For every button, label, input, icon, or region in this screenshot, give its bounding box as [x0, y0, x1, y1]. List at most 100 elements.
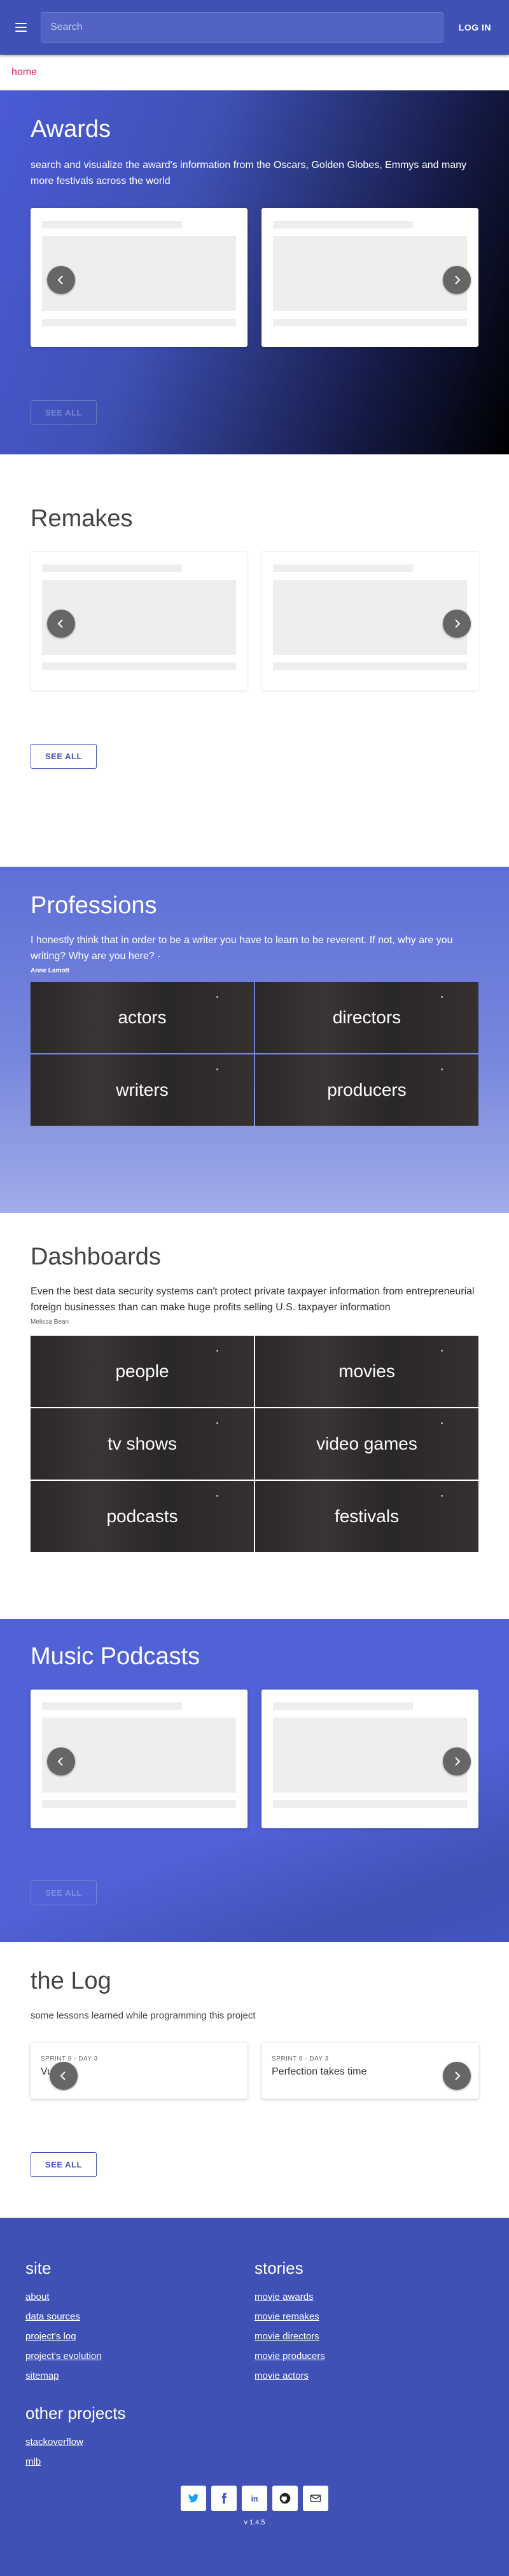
- linkedin-button[interactable]: in: [242, 2486, 267, 2511]
- carousel-next-button[interactable]: [443, 266, 471, 294]
- log-card-subtitle: SPRINT 9 - DAY 3: [41, 2055, 98, 2062]
- search-box[interactable]: [41, 12, 443, 43]
- tile-label: video games: [316, 1434, 417, 1453]
- footer-other-projects-title: other projects: [25, 2404, 126, 2423]
- footer-site-title: site: [25, 2258, 52, 2278]
- carousel-next-button[interactable]: [443, 1747, 471, 1775]
- tile-podcasts[interactable]: podcasts: [31, 1481, 254, 1552]
- tile-label: movies: [338, 1361, 395, 1381]
- footer-link-movie-producers[interactable]: movie producers: [254, 2346, 484, 2366]
- footer-link-movie-directors[interactable]: movie directors: [254, 2327, 484, 2346]
- music-podcasts-title: Music Podcasts: [31, 1643, 200, 1670]
- footer-link-movie-actors[interactable]: movie actors: [254, 2366, 484, 2386]
- chevron-left-icon: [57, 1757, 63, 1766]
- log-card-title: Perfection takes time: [272, 2066, 367, 2077]
- tile-festivals[interactable]: festivals: [255, 1481, 478, 1552]
- tile-video-games[interactable]: video games: [255, 1408, 478, 1480]
- footer-link-projects-evolution[interactable]: project's evolution: [25, 2346, 254, 2366]
- footer-link-projects-log[interactable]: project's log: [25, 2327, 254, 2346]
- footer-link-data-sources[interactable]: data sources: [25, 2307, 254, 2327]
- tile-label: directors: [332, 1007, 401, 1027]
- footer-stories-title: stories: [254, 2258, 303, 2278]
- footer-link-sitemap[interactable]: sitemap: [25, 2366, 254, 2386]
- professions-title: Professions: [31, 892, 157, 919]
- log-section: the Log some lessons learned while progr…: [0, 1942, 509, 2218]
- awards-carousel: [31, 208, 478, 347]
- music-carousel: [31, 1690, 478, 1828]
- footer-link-movie-remakes[interactable]: movie remakes: [254, 2307, 484, 2327]
- footer-stories-column: stories movie awards movie remakes movie…: [254, 2258, 484, 2386]
- footer-link-stackoverflow[interactable]: stackoverflow: [25, 2432, 254, 2452]
- dashboards-title: Dashboards: [31, 1243, 161, 1270]
- chevron-right-icon: [455, 1757, 461, 1766]
- tile-label: actors: [118, 1007, 167, 1027]
- professions-quote: I honestly think that in order to be a w…: [31, 935, 453, 962]
- carousel-next-button[interactable]: [443, 2062, 471, 2090]
- tile-label: writers: [116, 1080, 169, 1100]
- twitter-icon: [188, 2494, 199, 2503]
- dashboards-section: Dashboards Even the best data security s…: [0, 1213, 509, 1619]
- carousel-prev-button[interactable]: [47, 266, 75, 294]
- tile-label: festivals: [334, 1506, 400, 1526]
- search-input[interactable]: [50, 22, 434, 33]
- remakes-carousel: [31, 552, 478, 690]
- music-podcasts-section: Music Podcasts SEE ALL: [0, 1619, 509, 1942]
- awards-see-all-button[interactable]: SEE ALL: [31, 400, 97, 425]
- tile-label: producers: [327, 1080, 407, 1100]
- login-button[interactable]: LOG IN: [459, 22, 491, 32]
- professions-quote-author: Anne Lamott: [31, 967, 70, 974]
- chevron-right-icon: [455, 276, 461, 284]
- version-label: v 1.4.5: [244, 2519, 265, 2526]
- footer: site about data sources project's log pr…: [0, 2218, 509, 2576]
- log-title: the Log: [31, 1968, 111, 1994]
- awards-title: Awards: [31, 116, 111, 143]
- carousel-prev-button[interactable]: [50, 2062, 78, 2090]
- log-see-all-button[interactable]: SEE ALL: [31, 2152, 97, 2177]
- remakes-section: Remakes SEE ALL: [0, 454, 509, 867]
- carousel-prev-button[interactable]: [47, 610, 75, 638]
- menu-icon[interactable]: [15, 20, 31, 35]
- awards-section: Awards search and visualize the award's …: [0, 90, 509, 454]
- footer-other-projects-column: other projects stackoverflow mlb: [25, 2404, 254, 2472]
- tile-tv-shows[interactable]: tv shows: [31, 1408, 254, 1480]
- github-icon: [279, 2493, 291, 2504]
- tile-actors[interactable]: actors: [31, 982, 254, 1053]
- footer-link-movie-awards[interactable]: movie awards: [254, 2287, 484, 2307]
- social-links: in: [25, 2486, 484, 2511]
- breadcrumb: home: [0, 55, 509, 90]
- tile-people[interactable]: people: [31, 1336, 254, 1407]
- github-button[interactable]: [272, 2486, 298, 2511]
- linkedin-icon: in: [251, 2495, 258, 2503]
- tile-producers[interactable]: producers: [255, 1054, 478, 1126]
- dashboards-quote: Even the best data security systems can'…: [31, 1286, 475, 1313]
- professions-section: Professions I honestly think that in ord…: [0, 867, 509, 1213]
- log-carousel: SPRINT 9 - DAY 3 Vue SPRINT 9 - DAY 3 Pe…: [31, 2043, 478, 2099]
- log-card-subtitle: SPRINT 9 - DAY 3: [272, 2055, 329, 2062]
- tile-writers[interactable]: writers: [31, 1054, 254, 1126]
- email-button[interactable]: [303, 2486, 328, 2511]
- tile-movies[interactable]: movies: [255, 1336, 478, 1407]
- svg-text:in: in: [251, 2495, 258, 2503]
- carousel-next-button[interactable]: [443, 610, 471, 638]
- email-icon: [310, 2495, 321, 2502]
- tile-directors[interactable]: directors: [255, 982, 478, 1053]
- twitter-button[interactable]: [181, 2486, 206, 2511]
- tile-label: podcasts: [106, 1506, 178, 1526]
- footer-link-about[interactable]: about: [25, 2287, 254, 2307]
- dashboards-tiles: people movies tv shows video games podca…: [31, 1336, 478, 1552]
- chevron-right-icon: [455, 619, 461, 628]
- remakes-see-all-button[interactable]: SEE ALL: [31, 744, 97, 769]
- chevron-right-icon: [455, 2071, 461, 2080]
- log-description: some lessons learned while programming t…: [31, 2010, 256, 2021]
- chevron-left-icon: [60, 2071, 66, 2080]
- carousel-prev-button[interactable]: [47, 1747, 75, 1775]
- chevron-left-icon: [57, 619, 63, 628]
- facebook-icon: [221, 2493, 227, 2504]
- tile-label: people: [115, 1361, 169, 1381]
- footer-link-mlb[interactable]: mlb: [25, 2452, 254, 2472]
- chevron-left-icon: [57, 276, 63, 284]
- music-see-all-button[interactable]: SEE ALL: [31, 1880, 97, 1905]
- footer-site-column: site about data sources project's log pr…: [25, 2258, 254, 2386]
- facebook-button[interactable]: [211, 2486, 237, 2511]
- breadcrumb-home-link[interactable]: home: [11, 67, 37, 78]
